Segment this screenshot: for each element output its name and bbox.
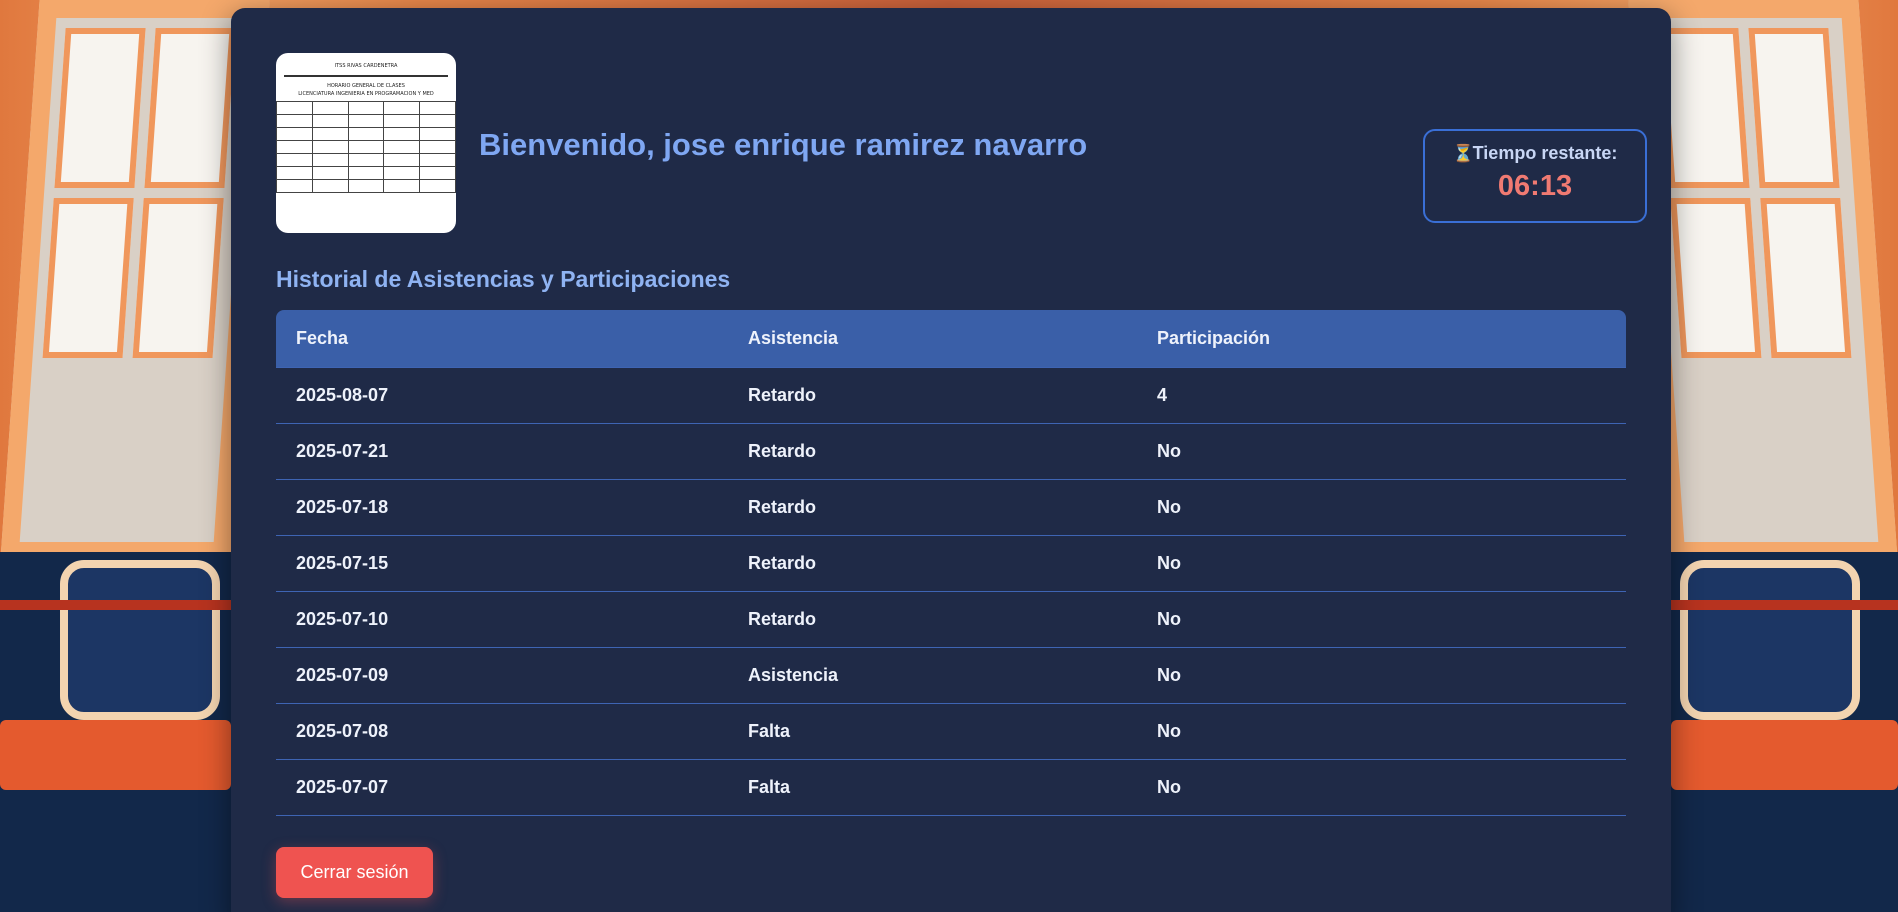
- cell-fecha: 2025-07-08: [276, 702, 728, 759]
- cell-participacion: No: [1137, 422, 1626, 479]
- history-table: Fecha Asistencia Participación 2025-08-0…: [276, 310, 1626, 816]
- cell-fecha: 2025-07-15: [276, 534, 728, 591]
- cell-participacion: 4: [1137, 366, 1626, 423]
- cell-participacion: No: [1137, 702, 1626, 759]
- table-row: 2025-07-09 Asistencia No: [276, 646, 1626, 703]
- table-row: 2025-07-21 Retardo No: [276, 422, 1626, 479]
- schedule-thumbnail: ITSS RIVAS CARDENETRA HORARIO GENERAL DE…: [276, 53, 456, 233]
- cell-asistencia: Falta: [728, 702, 1137, 759]
- table-row: 2025-07-18 Retardo No: [276, 478, 1626, 535]
- logo-line: HORARIO GENERAL DE CLASES: [327, 83, 405, 89]
- cell-asistencia: Retardo: [728, 422, 1137, 479]
- column-header-fecha: Fecha: [296, 327, 349, 348]
- table-row: 2025-07-08 Falta No: [276, 702, 1626, 759]
- cell-asistencia: Retardo: [728, 534, 1137, 591]
- dashboard-card: ITSS RIVAS CARDENETRA HORARIO GENERAL DE…: [231, 8, 1671, 912]
- table-row: 2025-07-07 Falta No: [276, 758, 1626, 816]
- cell-participacion: No: [1137, 758, 1626, 816]
- timer-value: 06:13: [1497, 170, 1573, 202]
- logout-button[interactable]: Cerrar sesión: [276, 847, 433, 898]
- table-row: 2025-08-07 Retardo 4: [276, 366, 1626, 423]
- cell-asistencia: Falta: [728, 758, 1137, 816]
- cell-asistencia: Retardo: [728, 590, 1137, 647]
- session-timer: ⏳Tiempo restante: 06:13: [1423, 129, 1647, 223]
- cell-fecha: 2025-07-09: [276, 646, 728, 703]
- cell-participacion: No: [1137, 478, 1626, 535]
- table-row: 2025-07-15 Retardo No: [276, 534, 1626, 591]
- cell-participacion: No: [1137, 590, 1626, 647]
- cell-fecha: 2025-08-07: [276, 366, 728, 423]
- column-header-participacion: Participación: [1157, 327, 1271, 348]
- timer-label: Tiempo restante:: [1472, 143, 1618, 163]
- cell-asistencia: Retardo: [728, 478, 1137, 535]
- column-header-asistencia: Asistencia: [748, 327, 839, 348]
- cell-participacion: No: [1137, 646, 1626, 703]
- cell-fecha: 2025-07-21: [276, 422, 728, 479]
- logo-line: LICENCIATURA INGENIERIA EN PROGRAMACION …: [298, 91, 434, 97]
- header: ITSS RIVAS CARDENETRA HORARIO GENERAL DE…: [276, 53, 1647, 233]
- table-header-row: Fecha Asistencia Participación: [276, 310, 1626, 367]
- welcome-title: Bienvenido, jose enrique ramirez navarro: [479, 127, 1088, 162]
- hourglass-icon: ⏳: [1452, 144, 1474, 163]
- cell-asistencia: Asistencia: [728, 646, 1137, 703]
- table-row: 2025-07-10 Retardo No: [276, 590, 1626, 647]
- cell-fecha: 2025-07-18: [276, 478, 728, 535]
- cell-fecha: 2025-07-10: [276, 590, 728, 647]
- cell-asistencia: Retardo: [728, 366, 1137, 423]
- history-title: Historial de Asistencias y Participacion…: [276, 266, 731, 292]
- cell-participacion: No: [1137, 534, 1626, 591]
- cell-fecha: 2025-07-07: [276, 758, 728, 816]
- logo-line: ITSS RIVAS CARDENETRA: [334, 63, 398, 69]
